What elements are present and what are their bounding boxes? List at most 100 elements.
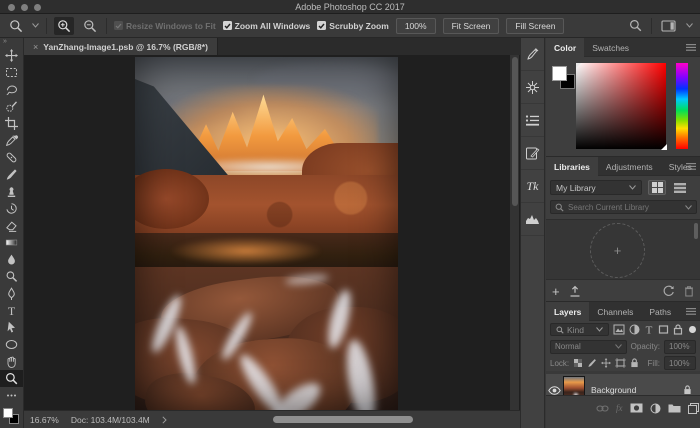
tool-eyedropper[interactable] (0, 132, 23, 149)
lock-transparency-icon[interactable] (573, 358, 583, 368)
lock-all-icon[interactable] (630, 358, 639, 368)
workspace-switcher-icon[interactable] (659, 17, 679, 35)
lock-artboard-icon[interactable] (615, 358, 626, 368)
hue-slider[interactable] (676, 63, 688, 149)
tool-lasso[interactable] (0, 81, 23, 98)
info-panel-icon[interactable] (521, 104, 544, 137)
search-icon[interactable] (627, 17, 644, 35)
zoom-percent-field[interactable]: 16.67% (30, 415, 59, 425)
library-drop-area[interactable]: + (546, 219, 700, 280)
zoom-all-windows-checkbox[interactable]: Zoom All Windows (223, 21, 311, 31)
zoom-in-mode-button[interactable] (54, 17, 74, 35)
filter-smart-objects-icon[interactable] (673, 324, 683, 335)
brush-settings-panel-icon[interactable] (521, 38, 544, 71)
checkbox-checked[interactable] (317, 21, 326, 30)
vertical-scrollbar[interactable] (510, 55, 519, 410)
fill-value-select[interactable]: 100% (664, 356, 696, 370)
tool-gradient[interactable] (0, 234, 23, 251)
tab-swatches[interactable]: Swatches (584, 38, 637, 57)
actions-panel-icon[interactable] (521, 71, 544, 104)
grid-view-button[interactable] (648, 180, 666, 195)
resize-windows-to-fit-checkbox[interactable]: Resize Windows to Fit (114, 21, 216, 31)
document-tab[interactable]: × YanZhang-Image1.psb @ 16.7% (RGB/8*) (24, 38, 218, 55)
tool-clone-stamp[interactable] (0, 183, 23, 200)
saturation-brightness-field[interactable] (576, 63, 666, 149)
scrubby-zoom-checkbox[interactable]: Scrubby Zoom (317, 21, 389, 31)
close-tab-icon[interactable]: × (33, 42, 38, 52)
lock-position-icon[interactable] (601, 358, 611, 368)
zoom-100-button[interactable]: 100% (396, 18, 436, 34)
filter-shape-layers-icon[interactable] (658, 324, 669, 335)
library-search-box[interactable] (550, 200, 697, 214)
tab-channels[interactable]: Channels (589, 302, 641, 321)
foreground-background-swatches[interactable] (0, 406, 24, 428)
minimize-window-button[interactable] (21, 4, 28, 11)
tk-panel-icon[interactable]: Tk (521, 170, 544, 203)
tab-libraries[interactable]: Libraries (546, 157, 598, 176)
tab-paths[interactable]: Paths (641, 302, 679, 321)
zoom-window-button[interactable] (34, 4, 41, 11)
new-layer-icon[interactable] (688, 403, 699, 414)
filter-kind-select[interactable]: Kind (550, 323, 609, 336)
tool-edit-toolbar[interactable] (0, 387, 23, 404)
zoom-out-mode-button[interactable] (81, 17, 99, 35)
tool-rectangular-marquee[interactable] (0, 64, 23, 81)
library-search-input[interactable] (568, 203, 681, 212)
foreground-color-swatch[interactable] (3, 408, 13, 418)
panel-menu-icon[interactable] (686, 44, 696, 51)
checkbox-checked[interactable] (223, 21, 232, 30)
tool-history-brush[interactable] (0, 200, 23, 217)
delete-library-item-icon[interactable] (684, 285, 694, 297)
tool-path-selection[interactable] (0, 319, 23, 336)
layer-style-fx-icon[interactable]: fx (616, 403, 623, 413)
tool-quick-selection[interactable] (0, 98, 23, 115)
layer-name[interactable]: Background (591, 385, 636, 395)
fill-screen-button[interactable]: Fill Screen (506, 18, 564, 34)
tool-type[interactable]: T (0, 302, 23, 319)
close-window-button[interactable] (8, 4, 15, 11)
tool-preset-zoom-icon[interactable] (7, 17, 25, 35)
blend-mode-select[interactable]: Normal (550, 340, 627, 354)
tool-zoom[interactable] (0, 370, 23, 387)
filter-type-layers-icon[interactable]: T (644, 324, 654, 335)
new-adjustment-layer-icon[interactable] (650, 403, 661, 414)
tool-crop[interactable] (0, 115, 23, 132)
new-group-folder-icon[interactable] (668, 403, 681, 413)
library-scrollbar-thumb[interactable] (694, 223, 698, 239)
panel-menu-icon[interactable] (686, 308, 696, 315)
toolbar-collapse-chevron[interactable]: » (0, 38, 23, 47)
lock-pixels-icon[interactable] (587, 358, 597, 368)
tool-spot-healing-brush[interactable] (0, 149, 23, 166)
canvas-image[interactable] (135, 57, 398, 410)
opacity-value-select[interactable]: 100% (664, 340, 696, 354)
tab-layers[interactable]: Layers (546, 302, 589, 321)
list-view-button[interactable] (671, 180, 689, 195)
upload-library-icon[interactable] (569, 285, 581, 297)
foreground-color-swatch[interactable] (552, 66, 567, 81)
new-library-item-button[interactable]: + (552, 284, 560, 299)
library-select[interactable]: My Library (550, 180, 642, 195)
horizontal-scrollbar-thumb[interactable] (273, 416, 413, 423)
vertical-scrollbar-thumb[interactable] (512, 57, 518, 206)
library-add-target[interactable]: + (590, 223, 645, 278)
filter-pixel-layers-icon[interactable] (613, 324, 625, 335)
add-layer-mask-icon[interactable] (630, 403, 643, 413)
tab-color[interactable]: Color (546, 38, 584, 57)
tool-brush[interactable] (0, 166, 23, 183)
layer-visibility-eye-icon[interactable] (546, 386, 563, 395)
tool-blur[interactable] (0, 251, 23, 268)
status-menu-chevron-icon[interactable] (162, 416, 167, 424)
sync-library-icon[interactable] (662, 285, 675, 297)
fit-screen-button[interactable]: Fit Screen (443, 18, 500, 34)
layer-comps-panel-icon[interactable] (521, 137, 544, 170)
layer-filter-toggle[interactable] (689, 326, 696, 333)
checkbox-disabled[interactable] (114, 21, 123, 30)
tool-dodge[interactable] (0, 268, 23, 285)
filter-adjustment-layers-icon[interactable] (629, 324, 640, 335)
histogram-panel-icon[interactable] (521, 203, 544, 236)
tool-preset-chevron-icon[interactable] (32, 23, 39, 28)
tool-pen[interactable] (0, 285, 23, 302)
workspace-chevron-icon[interactable] (686, 23, 693, 28)
link-layers-icon[interactable] (596, 405, 609, 412)
canvas-pasteboard[interactable] (24, 55, 520, 410)
